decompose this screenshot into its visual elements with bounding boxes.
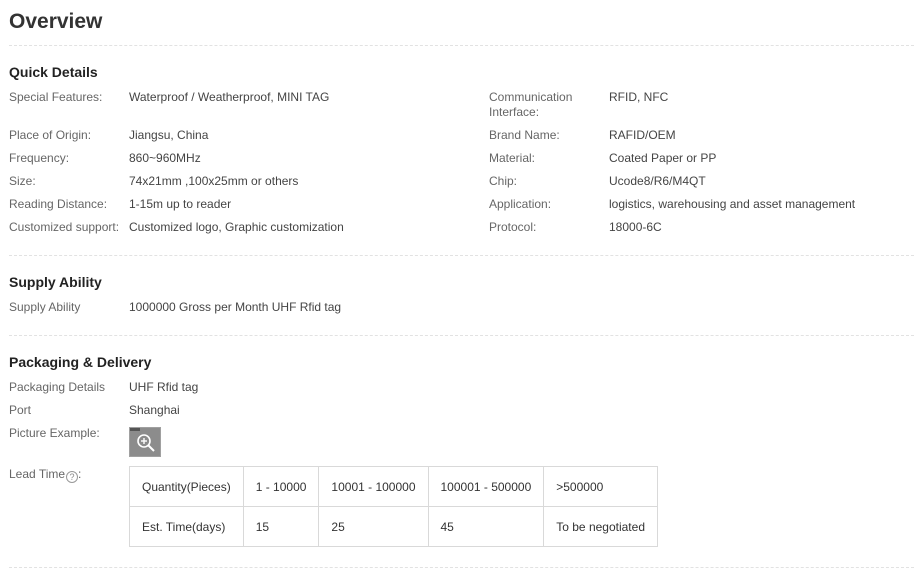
detail-label: Customized support: bbox=[9, 220, 120, 234]
detail-label: Application: bbox=[489, 197, 552, 211]
detail-label: Picture Example: bbox=[9, 426, 100, 440]
divider bbox=[9, 335, 914, 336]
detail-value: UHF Rfid tag bbox=[129, 380, 199, 394]
detail-value: 18000-6C bbox=[609, 220, 662, 234]
detail-value: 74x21mm ,100x25mm or others bbox=[129, 174, 299, 188]
detail-label: Supply Ability bbox=[9, 300, 81, 314]
detail-label: Frequency: bbox=[9, 151, 70, 165]
table-cell: To be negotiated bbox=[543, 506, 658, 547]
divider bbox=[9, 255, 914, 256]
detail-value: 1-15m up to reader bbox=[129, 197, 232, 211]
detail-value: Jiangsu, China bbox=[129, 128, 209, 142]
divider bbox=[9, 45, 914, 46]
divider bbox=[9, 567, 914, 568]
table-cell: 1 - 10000 bbox=[242, 466, 320, 507]
detail-label: Place of Origin: bbox=[9, 128, 92, 142]
detail-label: Material: bbox=[489, 151, 536, 165]
picture-example-thumbnail[interactable] bbox=[129, 427, 161, 457]
product-overview-page: Overview Quick Details Special Features:… bbox=[0, 0, 917, 579]
detail-value: Coated Paper or PP bbox=[609, 151, 717, 165]
detail-label: Size: bbox=[9, 174, 36, 188]
detail-value: logistics, warehousing and asset managem… bbox=[609, 197, 856, 211]
page-title: Overview bbox=[9, 10, 103, 33]
detail-value: Shanghai bbox=[129, 403, 180, 417]
lead-time-table: Quantity(Pieces) 1 - 10000 10001 - 10000… bbox=[129, 466, 658, 547]
detail-value: Ucode8/R6/M4QT bbox=[609, 174, 706, 188]
lead-time-label-group: Lead Time?: bbox=[9, 467, 89, 483]
detail-value: 860~960MHz bbox=[129, 151, 201, 165]
detail-label: Port bbox=[9, 403, 32, 417]
detail-label: Communication Interface: bbox=[489, 90, 573, 119]
detail-label: Protocol: bbox=[489, 220, 537, 234]
supply-ability-heading: Supply Ability bbox=[9, 274, 102, 290]
detail-label: Brand Name: bbox=[489, 128, 560, 142]
table-cell: 100001 - 500000 bbox=[427, 466, 545, 507]
detail-value: RFID, NFC bbox=[609, 90, 669, 104]
detail-value: Waterproof / Weatherproof, MINI TAG bbox=[129, 90, 330, 104]
detail-label: Reading Distance: bbox=[9, 197, 108, 211]
label-colon: : bbox=[78, 467, 82, 481]
detail-label: Special Features: bbox=[9, 90, 103, 104]
detail-value: RAFID/OEM bbox=[609, 128, 676, 142]
detail-value: Customized logo, Graphic customization bbox=[129, 220, 344, 234]
table-cell: 15 bbox=[242, 506, 320, 547]
table-cell: 25 bbox=[318, 506, 429, 547]
table-cell: 10001 - 100000 bbox=[318, 466, 429, 507]
table-cell: 45 bbox=[427, 506, 545, 547]
thumbnail-image-fragment bbox=[130, 428, 140, 431]
detail-label: Packaging Details bbox=[9, 380, 106, 394]
detail-label: Chip: bbox=[489, 174, 518, 188]
quick-details-heading: Quick Details bbox=[9, 64, 98, 80]
table-row: Quantity(Pieces) 1 - 10000 10001 - 10000… bbox=[129, 466, 658, 507]
table-cell: >500000 bbox=[543, 466, 658, 507]
table-row: Est. Time(days) 15 25 45 To be negotiate… bbox=[129, 506, 658, 547]
table-cell: Quantity(Pieces) bbox=[129, 466, 244, 507]
packaging-delivery-heading: Packaging & Delivery bbox=[9, 354, 152, 370]
detail-label: Lead Time bbox=[9, 467, 66, 481]
table-cell: Est. Time(days) bbox=[129, 506, 244, 547]
help-circle-icon[interactable]: ? bbox=[66, 471, 79, 483]
zoom-in-icon bbox=[137, 434, 155, 452]
detail-value: 1000000 Gross per Month UHF Rfid tag bbox=[129, 300, 342, 314]
